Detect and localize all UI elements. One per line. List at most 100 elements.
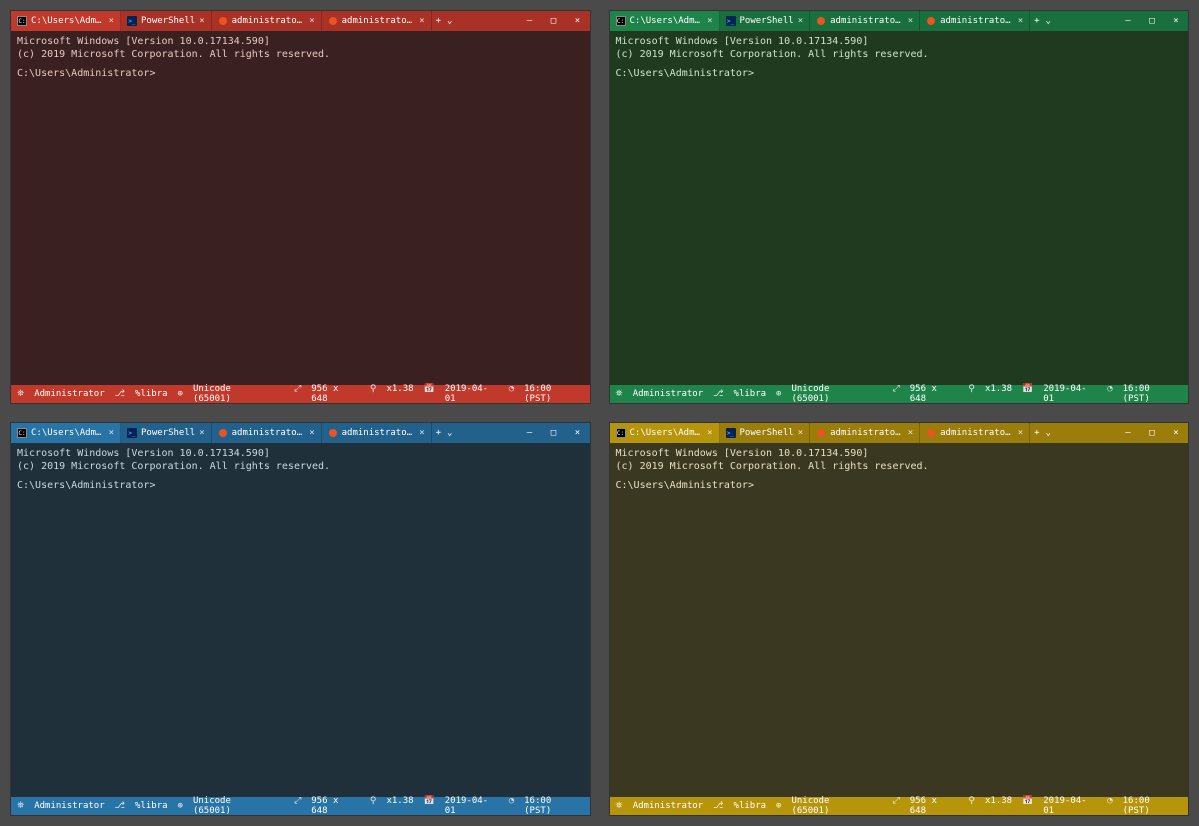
terminal-body[interactable]: Microsoft Windows [Version 10.0.17134.59… (610, 443, 1189, 797)
status-date: 2019-04-01 (1043, 796, 1097, 816)
tab[interactable]: administrator@DES... × (920, 11, 1030, 31)
tab-label: administrator@DES... (940, 428, 1014, 438)
terminal-prompt: C:\Users\Administrator> (616, 480, 754, 491)
terminal-line: Microsoft Windows [Version 10.0.17134.59… (616, 36, 869, 47)
window-controls: — □ × (518, 423, 590, 443)
maximize-button[interactable]: □ (1140, 423, 1164, 443)
status-git: %libra (135, 801, 168, 811)
tab-label: PowerShell (740, 428, 794, 438)
close-button[interactable]: × (1164, 11, 1188, 31)
new-tab-button[interactable]: + (436, 16, 441, 26)
size-icon: ⤢ (893, 796, 900, 816)
tab[interactable]: administrator@DES... × (810, 11, 920, 31)
terminal-prompt: C:\Users\Administrator> (17, 480, 155, 491)
tab[interactable]: administrator@DES... × (810, 423, 920, 443)
minimize-button[interactable]: — (1116, 11, 1140, 31)
terminal-body[interactable]: Microsoft Windows [Version 10.0.17134.59… (11, 31, 590, 385)
clock-icon: ◔ (509, 796, 514, 816)
tab[interactable]: administrator@DES... × (212, 11, 322, 31)
tab-close-icon[interactable]: × (419, 16, 424, 26)
tab[interactable]: C: C:\Users\Administr... × (610, 423, 720, 443)
tab[interactable]: >_ PowerShell × (720, 423, 811, 443)
tab-close-icon[interactable]: × (199, 16, 204, 26)
user-icon: ⛯ (17, 801, 24, 811)
tab[interactable]: administrator@DES... × (920, 423, 1030, 443)
branch-icon: ⎇ (713, 389, 723, 399)
tab-close-icon[interactable]: × (1018, 428, 1023, 438)
tab-close-icon[interactable]: × (109, 16, 114, 26)
status-time: 16:00 (PST) (524, 384, 583, 404)
status-encoding: Unicode (65001) (791, 384, 872, 404)
tab[interactable]: administrator@DES... × (322, 423, 432, 443)
tab[interactable]: administrator@DES... × (212, 423, 322, 443)
ubuntu-icon (817, 429, 825, 437)
user-icon: ⛯ (17, 389, 24, 399)
terminal-line: Microsoft Windows [Version 10.0.17134.59… (616, 448, 869, 459)
size-icon: ⤢ (893, 384, 900, 404)
terminal-body[interactable]: Microsoft Windows [Version 10.0.17134.59… (11, 443, 590, 797)
maximize-button[interactable]: □ (542, 423, 566, 443)
powershell-icon: >_ (726, 428, 736, 438)
tab[interactable]: C: C:\Users\Administr... × (11, 423, 121, 443)
tab-close-icon[interactable]: × (419, 428, 424, 438)
tab[interactable]: C: C:\Users\Administr... × (610, 11, 720, 31)
tab-close-icon[interactable]: × (309, 428, 314, 438)
status-git: %libra (734, 389, 767, 399)
terminal-window: C: C:\Users\Administr... × >_ PowerShell… (609, 10, 1190, 404)
tab-label: C:\Users\Administr... (630, 428, 704, 438)
terminal-body[interactable]: Microsoft Windows [Version 10.0.17134.59… (610, 31, 1189, 385)
tab[interactable]: >_ PowerShell × (720, 11, 811, 31)
tab-close-icon[interactable]: × (798, 16, 803, 26)
tab-close-icon[interactable]: × (309, 16, 314, 26)
tab-dropdown-icon[interactable]: ⌄ (1046, 428, 1051, 438)
close-button[interactable]: × (566, 11, 590, 31)
tab-close-icon[interactable]: × (1018, 16, 1023, 26)
tab[interactable]: C: C:\Users\Administr... × (11, 11, 121, 31)
tab-close-icon[interactable]: × (908, 16, 913, 26)
tab-close-icon[interactable]: × (707, 16, 712, 26)
zoom-icon: ⚲ (968, 796, 975, 816)
tab-label: administrator@DES... (232, 16, 306, 26)
terminal-line: (c) 2019 Microsoft Corporation. All righ… (17, 49, 330, 60)
status-date: 2019-04-01 (445, 384, 499, 404)
tab[interactable]: >_ PowerShell × (121, 423, 212, 443)
user-icon: ⛯ (616, 801, 623, 811)
new-tab-button[interactable]: + (1034, 428, 1039, 438)
maximize-button[interactable]: □ (1140, 11, 1164, 31)
size-icon: ⤢ (294, 384, 301, 404)
close-button[interactable]: × (566, 423, 590, 443)
tab-close-icon[interactable]: × (199, 428, 204, 438)
tab-close-icon[interactable]: × (908, 428, 913, 438)
tab-close-icon[interactable]: × (707, 428, 712, 438)
close-button[interactable]: × (1164, 423, 1188, 443)
new-tab-button[interactable]: + (436, 428, 441, 438)
cmd-icon: C: (17, 428, 27, 438)
tab[interactable]: administrator@DES... × (322, 11, 432, 31)
tab-close-icon[interactable]: × (109, 428, 114, 438)
tab-label: C:\Users\Administr... (630, 16, 704, 26)
minimize-button[interactable]: — (518, 423, 542, 443)
tab-dropdown-icon[interactable]: ⌄ (447, 16, 452, 26)
maximize-button[interactable]: □ (542, 11, 566, 31)
user-icon: ⛯ (616, 389, 623, 399)
ubuntu-icon (927, 17, 935, 25)
encoding-icon: ⊕ (178, 801, 183, 811)
statusbar: ⛯ Administrator ⎇ %libra ⊕ Unicode (6500… (610, 385, 1189, 403)
tab-label: administrator@DES... (342, 428, 416, 438)
terminal-window: C: C:\Users\Administr... × >_ PowerShell… (10, 422, 591, 816)
tab-label: PowerShell (740, 16, 794, 26)
ubuntu-icon (329, 429, 337, 437)
minimize-button[interactable]: — (1116, 423, 1140, 443)
tab-label: PowerShell (141, 16, 195, 26)
new-tab-button[interactable]: + (1034, 16, 1039, 26)
minimize-button[interactable]: — (518, 11, 542, 31)
tab-dropdown-icon[interactable]: ⌄ (1046, 16, 1051, 26)
status-encoding: Unicode (65001) (791, 796, 872, 816)
branch-icon: ⎇ (115, 389, 125, 399)
cmd-icon: C: (616, 16, 626, 26)
status-size: 956 x 648 (910, 796, 959, 816)
tab[interactable]: >_ PowerShell × (121, 11, 212, 31)
encoding-icon: ⊕ (178, 389, 183, 399)
tab-dropdown-icon[interactable]: ⌄ (447, 428, 452, 438)
tab-close-icon[interactable]: × (798, 428, 803, 438)
